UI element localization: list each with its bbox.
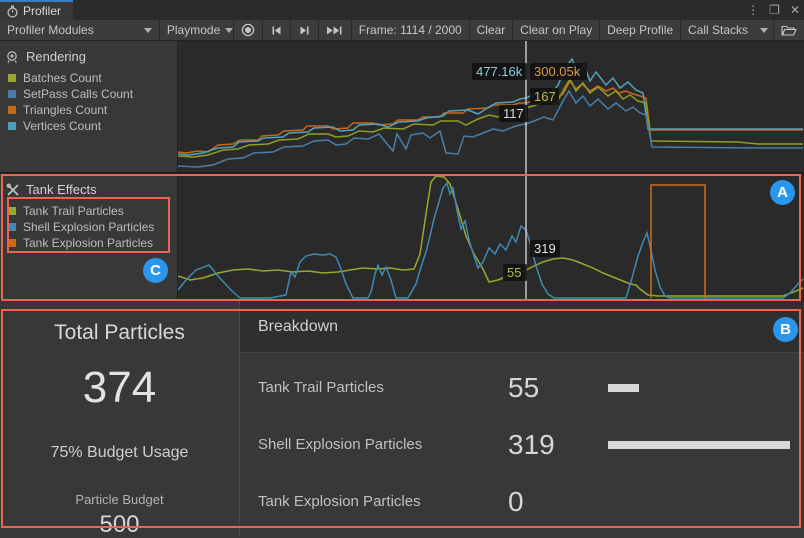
total-particles-card: Total Particles 374 75% Budget Usage Par… xyxy=(0,301,240,536)
call-stacks-toggle[interactable]: Call Stacks xyxy=(681,20,755,40)
legend-swatch xyxy=(8,239,16,247)
rendering-legend-panel: Rendering Batches Count SetPass Calls Co… xyxy=(0,41,178,172)
next-frame-button[interactable] xyxy=(291,20,318,40)
call-stacks-dropdown[interactable] xyxy=(755,20,773,40)
rendering-camera-icon xyxy=(6,50,20,64)
step-forward-icon xyxy=(298,24,311,37)
first-frame-button[interactable] xyxy=(263,20,290,40)
particle-budget-label: Particle Budget xyxy=(75,492,163,507)
tank-module-title: Tank Effects xyxy=(26,182,97,197)
record-icon xyxy=(241,23,255,37)
total-particles-title: Total Particles xyxy=(54,321,185,345)
breakdown-row-label: Tank Trail Particles xyxy=(258,379,508,396)
rendering-chart[interactable]: 477.16k 300.05k 167 117 xyxy=(178,41,804,172)
tank-effects-module-row: Tank Effects Tank Trail Particles Shell … xyxy=(0,174,804,300)
legend-swatch xyxy=(8,223,16,231)
breakdown-row-bar xyxy=(608,384,639,392)
legend-label: Vertices Count xyxy=(23,119,101,133)
total-particles-value: 374 xyxy=(83,363,156,413)
legend-label: Batches Count xyxy=(23,71,102,85)
legend-label: Shell Explosion Particles xyxy=(23,220,154,234)
value-badge-text: 319 xyxy=(534,241,556,256)
rendering-module-header[interactable]: Rendering xyxy=(0,45,177,70)
profiler-modules-dropdown[interactable]: Profiler Modules xyxy=(0,20,159,40)
value-badge-text: 477.16k xyxy=(476,64,523,79)
profiler-stopwatch-icon xyxy=(6,5,19,18)
legend-item-batches[interactable]: Batches Count xyxy=(0,70,177,86)
annotation-badge-a: A xyxy=(770,180,795,205)
legend-item-tank-explosion[interactable]: Tank Explosion Particles xyxy=(0,235,177,251)
tab-profiler[interactable]: Profiler xyxy=(0,0,73,20)
breakdown-panel: Breakdown Tank Trail Particles 55 Shell … xyxy=(240,301,804,536)
tab-strip: Profiler ⋮ ❐ ✕ xyxy=(0,0,804,20)
legend-label: Triangles Count xyxy=(23,103,107,117)
legend-label: Tank Explosion Particles xyxy=(23,236,153,250)
chart-series-line xyxy=(178,79,803,157)
legend-item-setpass[interactable]: SetPass Calls Count xyxy=(0,86,177,102)
skip-to-end-icon xyxy=(326,24,344,37)
legend-label: SetPass Calls Count xyxy=(23,87,133,101)
breakdown-title: Breakdown xyxy=(240,301,804,353)
legend-swatch xyxy=(8,207,16,215)
breakdown-row-value: 55 xyxy=(508,372,608,404)
value-badge-text: 167 xyxy=(534,89,556,104)
breakdown-row-bar xyxy=(608,441,790,449)
legend-swatch xyxy=(8,106,16,114)
legend-item-shell-explosion[interactable]: Shell Explosion Particles xyxy=(0,219,177,235)
clear-on-play-button[interactable]: Clear on Play xyxy=(513,20,599,40)
window-menu-icon[interactable]: ⋮ xyxy=(747,3,759,17)
annotation-badge-c: C xyxy=(143,258,168,283)
tank-effects-chart[interactable]: 319 55 xyxy=(178,174,804,299)
chart-series-line xyxy=(651,185,705,298)
particle-budget-value: 500 xyxy=(99,511,139,538)
breakdown-row-label: Tank Explosion Particles xyxy=(258,493,508,510)
clear-button[interactable]: Clear xyxy=(470,20,513,40)
breakdown-row-shell-explosion: Shell Explosion Particles 319 xyxy=(240,429,804,461)
legend-swatch xyxy=(8,90,16,98)
budget-usage-label: 75% Budget Usage xyxy=(51,444,189,462)
legend-swatch xyxy=(8,74,16,82)
breakdown-row-value: 319 xyxy=(508,429,608,461)
legend-item-triangles[interactable]: Triangles Count xyxy=(0,102,177,118)
breakdown-row-value: 0 xyxy=(508,486,608,518)
frame-counter: Frame: 1114 / 2000 xyxy=(352,20,469,40)
tank-effects-tools-icon xyxy=(6,183,20,197)
open-folder-icon xyxy=(781,24,797,37)
chart-series-line xyxy=(178,183,803,298)
annotation-badge-b: B xyxy=(773,317,798,342)
breakdown-row-label: Shell Explosion Particles xyxy=(258,436,508,453)
tab-profiler-label: Profiler xyxy=(23,4,61,18)
value-badge-text: 55 xyxy=(507,265,521,280)
legend-item-vertices[interactable]: Vertices Count xyxy=(0,118,177,134)
chevron-down-icon xyxy=(144,28,152,33)
breakdown-row-tank-explosion: Tank Explosion Particles 0 xyxy=(240,486,804,518)
legend-item-tank-trail[interactable]: Tank Trail Particles xyxy=(0,203,177,219)
chart-series-line xyxy=(178,176,803,296)
module-details-panel: Total Particles 374 75% Budget Usage Par… xyxy=(0,300,804,536)
profiler-toolbar: Profiler Modules Playmode xyxy=(0,20,804,41)
chevron-down-icon xyxy=(225,28,233,33)
skip-to-start-icon xyxy=(270,24,283,37)
value-badge-text: 117 xyxy=(503,106,524,121)
tank-module-header[interactable]: Tank Effects xyxy=(0,178,177,203)
load-profile-button[interactable] xyxy=(774,20,804,40)
legend-swatch xyxy=(8,122,16,130)
deep-profile-toggle[interactable]: Deep Profile xyxy=(600,20,680,40)
playmode-label: Playmode xyxy=(167,23,220,37)
window-maximize-icon[interactable]: ❐ xyxy=(769,3,780,17)
record-button[interactable] xyxy=(234,20,262,40)
value-badge-text: 300.05k xyxy=(534,64,581,79)
current-frame-button[interactable] xyxy=(319,20,351,40)
profiler-window: Profiler ⋮ ❐ ✕ Profiler Modules Playmode xyxy=(0,0,804,538)
legend-label: Tank Trail Particles xyxy=(23,204,124,218)
breakdown-row-tank-trail: Tank Trail Particles 55 xyxy=(240,372,804,404)
playmode-dropdown[interactable]: Playmode xyxy=(160,20,233,40)
chevron-down-icon xyxy=(760,28,768,33)
rendering-module-title: Rendering xyxy=(26,49,86,64)
rendering-module-row: Rendering Batches Count SetPass Calls Co… xyxy=(0,41,804,174)
window-close-icon[interactable]: ✕ xyxy=(790,3,800,17)
profiler-modules-label: Profiler Modules xyxy=(7,23,94,37)
